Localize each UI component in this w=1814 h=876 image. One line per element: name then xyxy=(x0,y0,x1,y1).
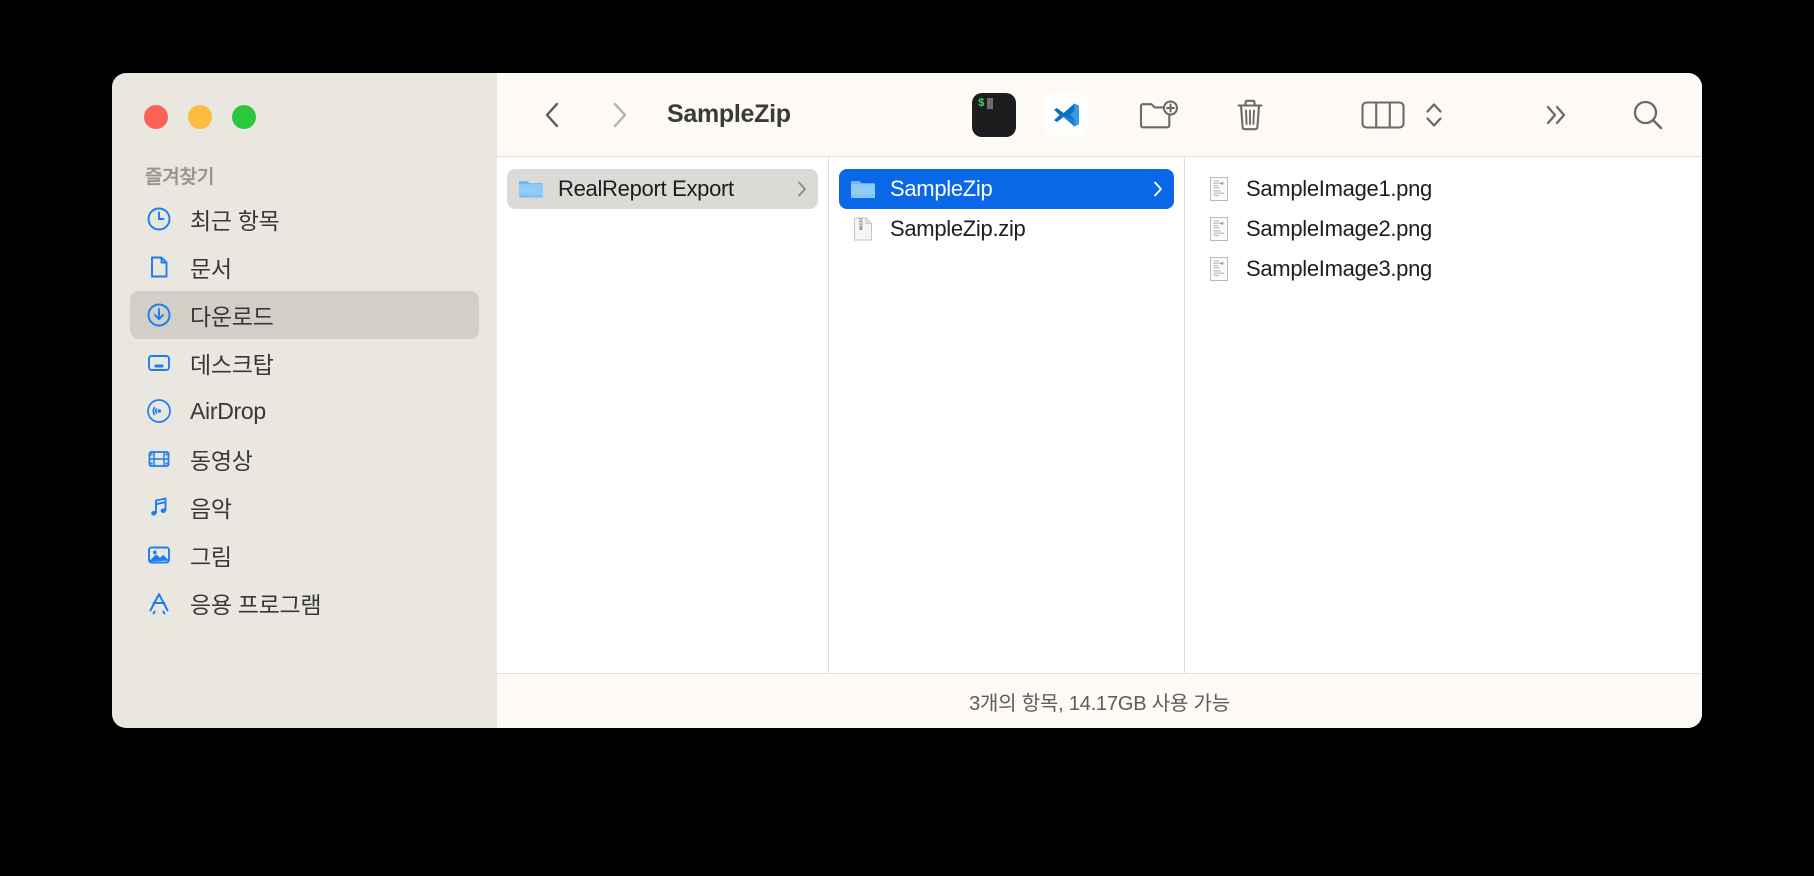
finder-column-3: SampleImage1.png SampleImage2.png Sample… xyxy=(1185,157,1702,673)
sidebar-item-label: 최근 항목 xyxy=(190,208,280,234)
music-note-icon xyxy=(145,493,173,521)
status-bar: 3개의 항목, 14.17GB 사용 가능 xyxy=(497,673,1702,728)
chevron-right-icon xyxy=(796,179,808,199)
view-options-button[interactable] xyxy=(1414,89,1454,141)
column-browser: RealReport Export SampleZip SampleZip.zi… xyxy=(497,156,1702,673)
list-item-label: SampleImage3.png xyxy=(1246,256,1432,281)
list-item[interactable]: RealReport Export xyxy=(507,169,818,209)
minimize-button[interactable] xyxy=(188,105,212,129)
image-file-icon xyxy=(1206,256,1232,282)
image-file-icon xyxy=(1206,216,1232,242)
zip-file-icon xyxy=(850,216,876,242)
list-item-label: RealReport Export xyxy=(558,176,734,201)
sidebar-item-music[interactable]: 음악 xyxy=(130,483,479,531)
sidebar-item-label: 데스크탑 xyxy=(190,352,274,378)
chevron-right-icon xyxy=(1152,179,1164,199)
applications-icon xyxy=(145,589,173,617)
download-circle-icon xyxy=(145,301,173,329)
airdrop-icon xyxy=(145,397,173,425)
list-item[interactable]: SampleImage1.png xyxy=(1195,169,1692,209)
terminal-prompt-glyph: $ xyxy=(978,97,985,110)
sidebar-item-label: 다운로드 xyxy=(190,304,274,330)
list-item-label: SampleImage2.png xyxy=(1246,216,1432,241)
list-item-label: SampleZip xyxy=(890,176,993,201)
sidebar-item-applications[interactable]: 응용 프로그램 xyxy=(130,579,479,627)
zoom-button[interactable] xyxy=(232,105,256,129)
vscode-app-button[interactable] xyxy=(1040,89,1092,141)
status-text: 3개의 항목, 14.17GB 사용 가능 xyxy=(969,692,1230,715)
sidebar-section-title: 즐겨찾기 xyxy=(145,167,215,188)
trash-button[interactable] xyxy=(1224,89,1276,141)
new-folder-button[interactable] xyxy=(1132,89,1184,141)
image-file-icon xyxy=(1206,176,1232,202)
list-item[interactable]: SampleImage3.png xyxy=(1195,249,1692,289)
content-pane: SampleZip $ RealReport Export SampleZip … xyxy=(497,73,1702,728)
terminal-app-button[interactable]: $ xyxy=(968,89,1020,141)
forward-button[interactable] xyxy=(597,93,641,137)
sidebar-item-label: 음악 xyxy=(190,496,232,522)
list-item-label: SampleZip.zip xyxy=(890,216,1026,241)
sidebar-item-label: 문서 xyxy=(190,256,232,282)
desktop-icon xyxy=(145,349,173,377)
more-button[interactable] xyxy=(1530,89,1582,141)
sidebar-item-recents[interactable]: 최근 항목 xyxy=(130,195,479,243)
sidebar-item-label: AirDrop xyxy=(190,397,266,424)
sidebar-item-pictures[interactable]: 그림 xyxy=(130,531,479,579)
sidebar-item-airdrop[interactable]: AirDrop xyxy=(130,387,479,435)
finder-window: 즐겨찾기 최근 항목 문서 다운로드 데스크탑 AirDrop 동영상 음악 그… xyxy=(112,73,1702,728)
page-title: SampleZip xyxy=(667,100,791,128)
film-icon xyxy=(145,445,173,473)
folder-icon xyxy=(518,176,544,202)
terminal-cursor-glyph xyxy=(987,97,993,109)
finder-column-1: RealReport Export xyxy=(497,157,829,673)
picture-icon xyxy=(145,541,173,569)
clock-icon xyxy=(145,205,173,233)
sidebar-item-label: 그림 xyxy=(190,544,232,570)
close-button[interactable] xyxy=(144,105,168,129)
sidebar-item-label: 응용 프로그램 xyxy=(190,592,322,618)
sidebar-item-downloads[interactable]: 다운로드 xyxy=(130,291,479,339)
list-item[interactable]: SampleZip.zip xyxy=(839,209,1174,249)
list-item-label: SampleImage1.png xyxy=(1246,176,1432,201)
desktop-background: 즐겨찾기 최근 항목 문서 다운로드 데스크탑 AirDrop 동영상 음악 그… xyxy=(0,0,1814,876)
sidebar-item-desktop[interactable]: 데스크탑 xyxy=(130,339,479,387)
vscode-app-icon xyxy=(1044,92,1088,137)
sidebar-list: 최근 항목 문서 다운로드 데스크탑 AirDrop 동영상 음악 그림 응용 … xyxy=(112,195,497,627)
sidebar-item-documents[interactable]: 문서 xyxy=(130,243,479,291)
column-view-button[interactable] xyxy=(1352,89,1414,141)
finder-column-2: SampleZip SampleZip.zip xyxy=(829,157,1185,673)
window-controls xyxy=(112,73,497,129)
sidebar-item-movies[interactable]: 동영상 xyxy=(130,435,479,483)
toolbar: SampleZip $ xyxy=(497,73,1702,156)
terminal-app-icon: $ xyxy=(972,92,1016,137)
list-item[interactable]: SampleImage2.png xyxy=(1195,209,1692,249)
sidebar: 즐겨찾기 최근 항목 문서 다운로드 데스크탑 AirDrop 동영상 음악 그… xyxy=(112,73,497,728)
document-icon xyxy=(145,253,173,281)
list-item[interactable]: SampleZip xyxy=(839,169,1174,209)
folder-icon xyxy=(850,176,876,202)
back-button[interactable] xyxy=(531,93,575,137)
sidebar-item-label: 동영상 xyxy=(190,448,253,474)
search-button[interactable] xyxy=(1622,89,1674,141)
